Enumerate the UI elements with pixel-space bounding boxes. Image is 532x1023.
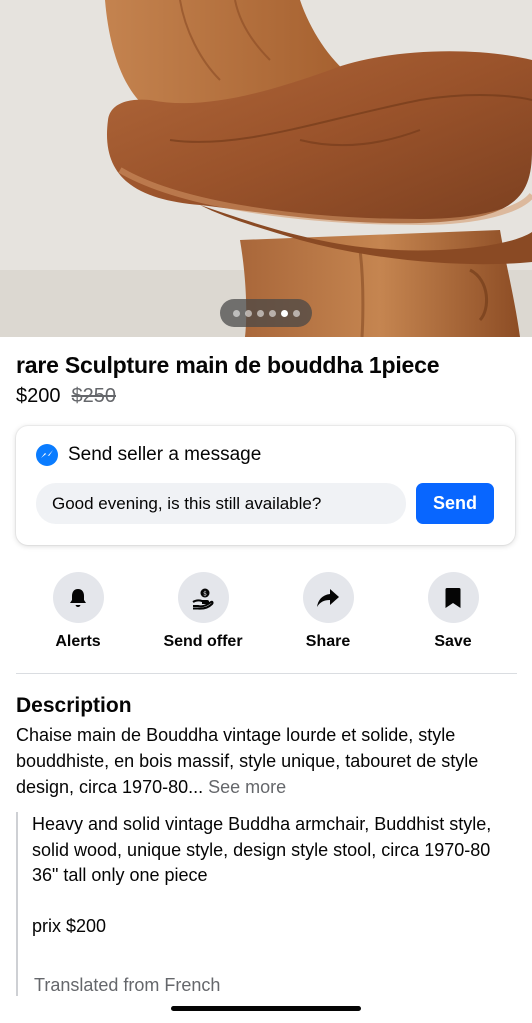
save-label: Save — [434, 633, 472, 650]
description-text: Chaise main de Bouddha vintage lourde et… — [16, 722, 521, 800]
original-price: $250 — [71, 385, 117, 407]
see-more-link[interactable]: See more — [208, 777, 286, 797]
listing-photo[interactable] — [0, 0, 532, 337]
bell-icon[interactable] — [52, 572, 104, 623]
pagination-dot[interactable] — [292, 309, 300, 317]
send-offer-button[interactable]: $ Send offer — [148, 572, 258, 651]
send-offer-label: Send offer — [163, 633, 243, 650]
message-card-header: Send seller a message — [36, 444, 261, 466]
offer-icon[interactable]: $ — [177, 572, 229, 623]
message-seller-card: Send seller a message Send — [16, 426, 515, 545]
translation-note[interactable]: Translated from French — [34, 975, 220, 996]
pagination-dot[interactable] — [256, 309, 264, 317]
message-input[interactable] — [36, 483, 406, 524]
pagination-dot-active[interactable] — [280, 309, 288, 317]
listing-title: rare Sculpture main de bouddha 1piece — [16, 352, 440, 378]
save-button[interactable]: Save — [398, 572, 508, 651]
alerts-label: Alerts — [55, 633, 101, 650]
listing-price: $200 — [16, 385, 61, 407]
translated-description: Heavy and solid vintage Buddha armchair,… — [32, 814, 492, 936]
svg-text:$: $ — [203, 590, 207, 597]
pagination-dot[interactable] — [244, 309, 252, 317]
messenger-icon — [36, 444, 58, 466]
pagination-dot[interactable] — [232, 309, 240, 317]
description-heading: Description — [16, 694, 132, 717]
share-label: Share — [305, 633, 351, 650]
chair-photo-image — [0, 0, 532, 337]
translation-block: Heavy and solid vintage Buddha armchair,… — [16, 812, 521, 996]
bookmark-icon[interactable] — [427, 572, 479, 623]
price-row: $200 $250 — [16, 385, 116, 408]
section-divider — [16, 673, 517, 674]
share-icon[interactable] — [302, 572, 354, 623]
photo-pagination-dots[interactable] — [220, 299, 312, 327]
send-button[interactable]: Send — [416, 483, 494, 524]
message-card-heading: Send seller a message — [68, 444, 262, 465]
alerts-button[interactable]: Alerts — [23, 572, 133, 651]
share-button[interactable]: Share — [273, 572, 383, 651]
pagination-dot[interactable] — [268, 309, 276, 317]
home-indicator[interactable] — [171, 1006, 361, 1011]
